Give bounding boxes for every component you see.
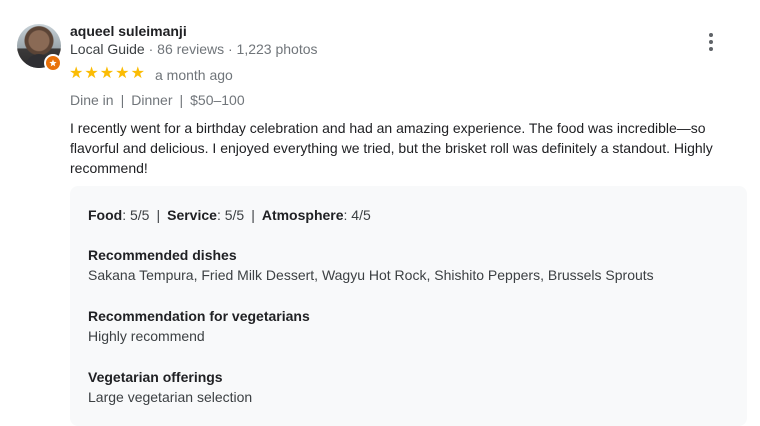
- photo-count: 1,223 photos: [236, 41, 318, 57]
- star-icon: ★: [130, 65, 145, 82]
- service-label: Service: [167, 207, 217, 223]
- attr-meal: Dinner: [131, 92, 173, 108]
- attr-service: Dine in: [70, 92, 114, 108]
- review-details-panel: Food: 5/5 | Service: 5/5 | Atmosphere: 4/5 R…: [70, 186, 747, 426]
- rating-separator: |: [251, 207, 255, 223]
- vegetarian-recommendation-value: Highly recommend: [88, 328, 205, 344]
- local-guide-label: Local Guide: [70, 41, 145, 57]
- more-vert-dot: [709, 40, 713, 44]
- attr-separator: |: [120, 92, 125, 108]
- meta-dot: ·: [144, 41, 158, 57]
- attr-price: $50–100: [190, 92, 245, 108]
- meta-dot: ·: [224, 41, 237, 57]
- recommended-dishes-value: Sakana Tempura, Fried Milk Dessert, Wagy…: [88, 267, 654, 283]
- star-icon: ★: [69, 65, 84, 82]
- sub-ratings: Food: 5/5 | Service: 5/5 | Atmosphere: 4/5: [88, 207, 371, 223]
- food-value: : 5/5: [122, 207, 150, 223]
- review-text: I recently went for a birthday celebrati…: [70, 120, 713, 176]
- review-count: 86 reviews: [157, 41, 225, 57]
- reviewer-meta: Local Guide · 86 reviews · 1,223 photos: [70, 41, 318, 57]
- reviewer-name[interactable]: aqueel suleimanji: [70, 23, 187, 39]
- attr-separator: |: [179, 92, 184, 108]
- star-rating: ★ ★ ★ ★ ★: [69, 66, 146, 82]
- rating-separator: |: [156, 207, 161, 223]
- more-options-button[interactable]: [701, 32, 721, 52]
- reviewer-avatar[interactable]: [17, 24, 62, 72]
- vegetarian-offerings-value: Large vegetarian selection: [88, 389, 253, 405]
- star-icon: ★: [99, 65, 115, 82]
- local-guide-badge-icon: [44, 54, 62, 72]
- service-value: : 5/5: [216, 207, 245, 223]
- more-vert-dot: [709, 47, 713, 51]
- more-vert-icon: [709, 33, 713, 37]
- visit-attributes: Dine in | Dinner | $50–100: [70, 92, 245, 108]
- star-icon: ★: [115, 65, 130, 82]
- review-time: a month ago: [155, 67, 233, 83]
- atmosphere-label: Atmosphere: [261, 207, 344, 223]
- star-icon: ★: [84, 65, 99, 82]
- vegetarian-offerings-title: Vegetarian offerings: [88, 369, 223, 385]
- atmosphere-value: : 4/5: [343, 207, 371, 223]
- vegetarian-recommendation-title: Recommendation for vegetarians: [88, 308, 310, 324]
- food-label: Food: [88, 207, 123, 223]
- recommended-dishes-title: Recommended dishes: [88, 247, 237, 263]
